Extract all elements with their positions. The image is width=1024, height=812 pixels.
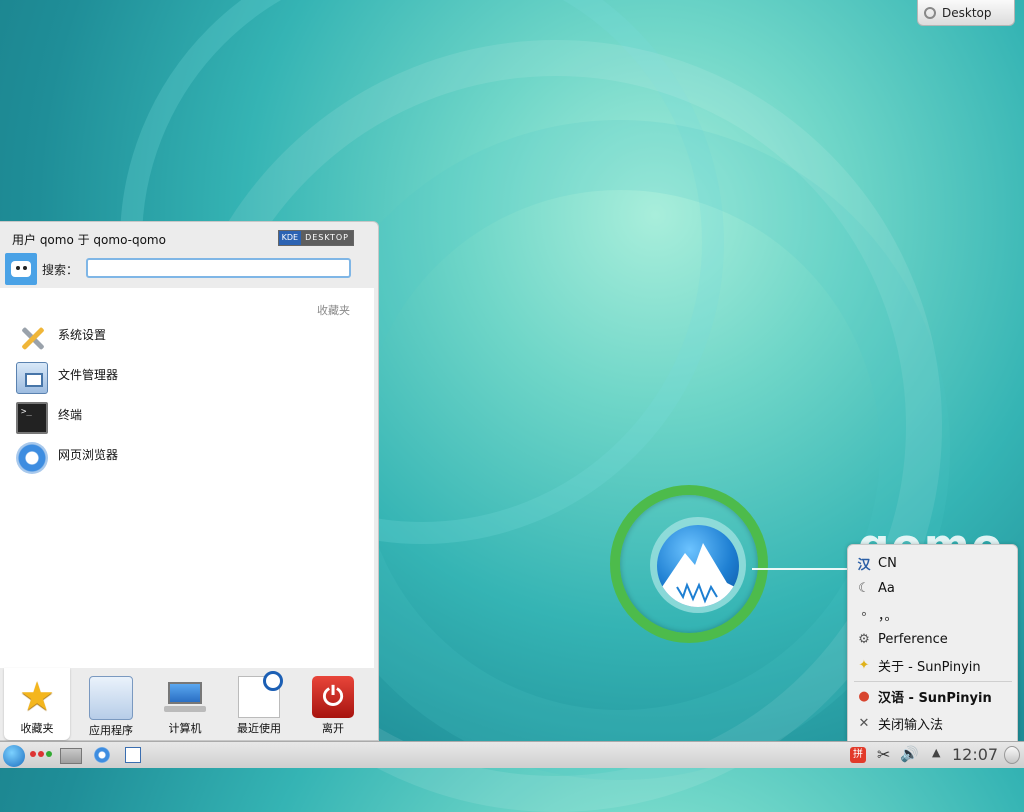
favorite-label: 文件管理器 [58, 368, 119, 382]
star-icon: ★ [19, 674, 55, 720]
im-menu-label: Aa [878, 580, 895, 596]
web-browser-icon [16, 442, 48, 474]
tab-label: 收藏夹 [20, 722, 54, 735]
favorite-label: 终端 [58, 408, 83, 422]
about-icon: ✦ [858, 657, 870, 673]
tab-label: 应用程序 [89, 724, 133, 737]
logo-connector-line [752, 568, 848, 570]
taskbar: 拼 ✂ 🔊 ▲ 12:07 [0, 741, 1024, 768]
web-browser-icon[interactable] [94, 747, 110, 763]
settings-icon [16, 322, 48, 354]
input-method-indicator-icon[interactable]: 拼 [850, 747, 866, 763]
im-menu-item-letter-width[interactable]: ☾ Aa [856, 577, 895, 599]
system-tray-expand-icon[interactable]: ▲ [932, 746, 940, 766]
favorite-label: 系统设置 [58, 328, 107, 342]
desktop-toolbox-label: Desktop [942, 5, 992, 20]
im-menu-item-preferences[interactable]: ⚙ Perference [856, 628, 948, 650]
favorites-panel: 收藏夹 系统设置 文件管理器 >_ 终端 网页浏览器 [0, 288, 374, 668]
avatar [5, 253, 37, 285]
sunpinyin-icon: ● [858, 688, 870, 704]
kde-badge-left: KDE [278, 231, 302, 245]
tab-applications[interactable]: 应用程序 [78, 668, 144, 740]
terminal-icon: >_ [16, 402, 48, 434]
file-manager-icon [16, 362, 48, 394]
clock[interactable]: 12:07 [952, 745, 998, 765]
tab-recently-used[interactable]: 最近使用 [226, 668, 292, 740]
folder-icon[interactable] [60, 748, 82, 764]
tab-label: 最近使用 [237, 722, 281, 735]
desktop-toolbox-button[interactable]: Desktop [917, 0, 1015, 26]
favorite-item-web-browser[interactable]: 网页浏览器 [16, 442, 346, 478]
volume-icon[interactable]: 🔊 [900, 745, 919, 765]
tab-label: 计算机 [168, 722, 202, 735]
leave-icon: ⏻ [312, 676, 354, 718]
task-manager-icon[interactable] [125, 747, 141, 763]
punctuation-icon: ∘ [859, 606, 869, 622]
activity-switcher-icon[interactable] [30, 751, 52, 771]
clipboard-scissors-icon[interactable]: ✂ [877, 745, 890, 765]
qomo-logo [610, 485, 768, 643]
favorite-item-terminal[interactable]: >_ 终端 [16, 402, 346, 438]
im-menu-label: 关闭输入法 [878, 717, 944, 733]
favorite-label: 网页浏览器 [58, 448, 119, 462]
application-launcher: 用户 qomo 于 qomo-qomo KDE DESKTOP 搜索： 收藏夹 … [0, 221, 379, 741]
im-menu-item-close-input-method[interactable]: ✕ 关闭输入法 [856, 712, 943, 734]
applications-icon [89, 676, 133, 720]
im-menu-item-punctuation[interactable]: ∘ ，。 [856, 603, 898, 625]
cashew-icon [924, 6, 936, 19]
kde-desktop-logo: KDE DESKTOP [277, 230, 354, 246]
search-label: 搜索： [42, 263, 79, 277]
im-menu-label: 关于 - SunPinyin [878, 659, 981, 675]
gear-icon: ⚙ [858, 631, 870, 647]
favorite-item-system-settings[interactable]: 系统设置 [16, 322, 346, 358]
favorite-item-file-manager[interactable]: 文件管理器 [16, 362, 346, 398]
mountain-icon [657, 525, 739, 607]
im-menu-item-chinese-mode[interactable]: 汉 CN [856, 552, 897, 574]
im-menu-label: 汉语 - SunPinyin [878, 690, 992, 706]
im-menu-label: Perference [878, 631, 948, 647]
application-launcher-button[interactable] [3, 745, 25, 767]
search-input[interactable] [86, 258, 351, 278]
menu-separator [854, 681, 1012, 682]
im-menu-label: CN [878, 555, 897, 571]
recent-icon [238, 671, 283, 718]
tab-favorites[interactable]: ★ 收藏夹 [4, 668, 70, 740]
half-width-icon: ☾ [858, 580, 870, 596]
input-method-menu: 汉 CN ☾ Aa ∘ ，。 ⚙ Perference ✦ 关于 - SunPi… [847, 544, 1018, 742]
chinese-mode-icon: 汉 [857, 557, 871, 573]
tab-leave[interactable]: ⏻ 离开 [300, 668, 366, 740]
tab-computer[interactable]: 计算机 [152, 668, 218, 740]
kde-badge-right: DESKTOP [301, 231, 353, 245]
close-icon: ✕ [858, 715, 870, 731]
launcher-user-header: 用户 qomo 于 qomo-qomo [12, 233, 166, 247]
launcher-tabs: ★ 收藏夹 应用程序 计算机 最近使用 ⏻ 离开 [0, 668, 374, 742]
im-menu-item-about[interactable]: ✦ 关于 - SunPinyin [856, 654, 981, 676]
computer-icon [164, 676, 206, 718]
tab-label: 离开 [322, 722, 344, 735]
im-menu-item-sunpinyin[interactable]: ● 汉语 - SunPinyin [856, 685, 992, 707]
panel-cashew-icon[interactable] [1004, 746, 1020, 764]
favorites-title: 收藏夹 [317, 304, 350, 317]
im-menu-label: ，。 [878, 608, 898, 624]
